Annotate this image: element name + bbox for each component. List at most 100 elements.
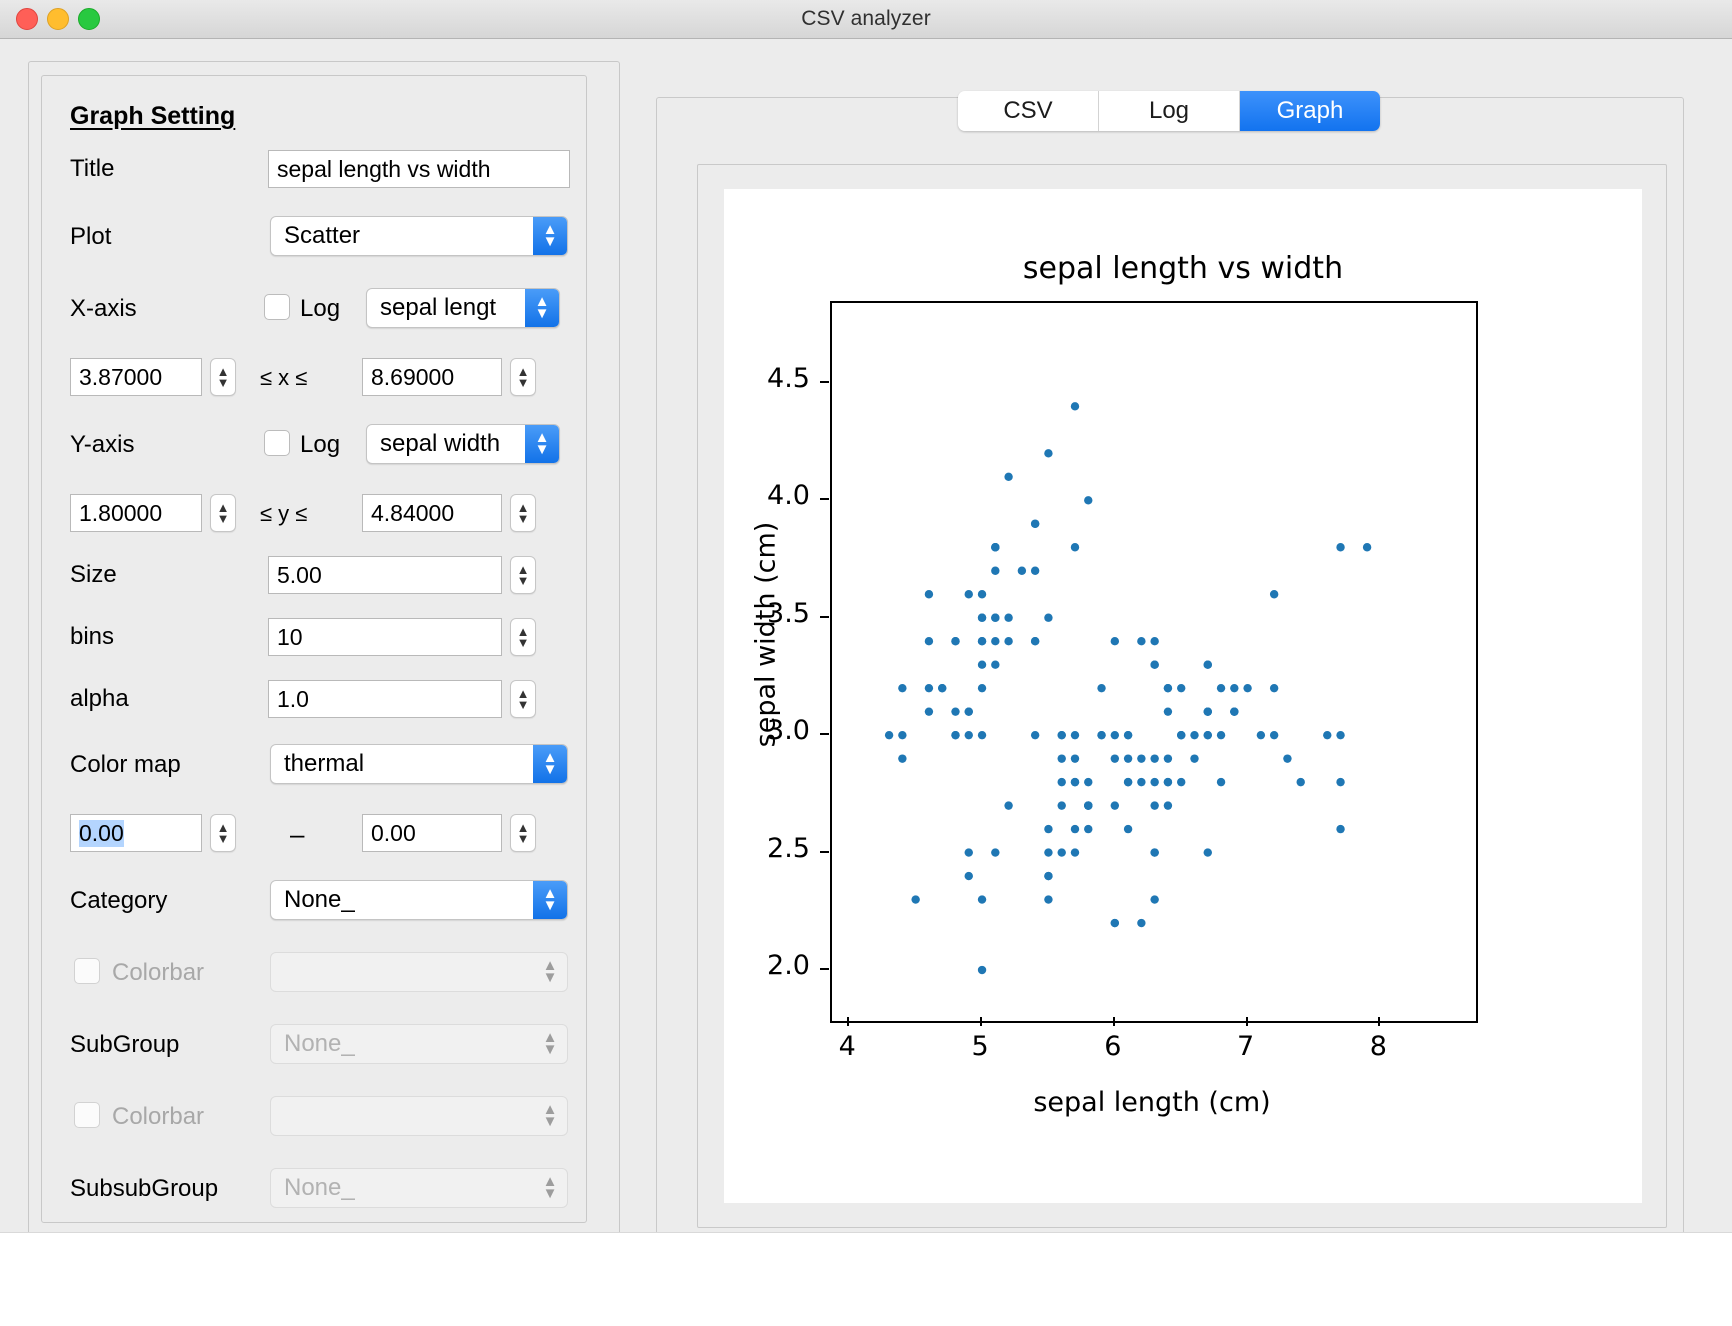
scatter-point bbox=[1110, 754, 1120, 763]
scatter-point bbox=[977, 895, 987, 904]
tab-csv[interactable]: CSV bbox=[958, 91, 1099, 131]
scatter-point bbox=[1084, 824, 1093, 834]
size-label: Size bbox=[70, 561, 117, 588]
scatter-point bbox=[898, 754, 907, 763]
scatter-point bbox=[964, 707, 973, 716]
colorbar-1-label: Colorbar bbox=[112, 959, 205, 986]
xmin-stepper[interactable]: ▲ ▼ bbox=[210, 358, 236, 396]
scatter-point bbox=[964, 590, 973, 599]
chevron-updown-icon: ▲ ▼ bbox=[542, 1029, 558, 1058]
xmax-input[interactable]: 8.69000 bbox=[362, 358, 502, 396]
scatter-point bbox=[1150, 895, 1159, 904]
scatter-point bbox=[1084, 496, 1093, 505]
scatter-point bbox=[964, 871, 973, 881]
scatter-point bbox=[1110, 730, 1120, 740]
xmin-input[interactable]: 3.87000 bbox=[70, 358, 202, 396]
ymin-stepper[interactable]: ▲ ▼ bbox=[210, 494, 236, 532]
scatter-point bbox=[1057, 777, 1066, 787]
scatter-point bbox=[1150, 777, 1159, 787]
scatter-point bbox=[1137, 777, 1146, 787]
yaxis-column-select[interactable]: sepal width ▲ ▼ bbox=[366, 424, 560, 464]
plot-canvas[interactable]: sepal length vs width 2.0 2.5 3.0 3.5 4.0 4.5… bbox=[724, 189, 1642, 1203]
main-content: Graph Setting Title sepal length vs widt… bbox=[0, 39, 1732, 1326]
cmap-min-input[interactable]: 0.00 bbox=[70, 814, 202, 852]
scatter-point bbox=[977, 683, 987, 693]
x-tick-mark bbox=[847, 1017, 850, 1026]
maximize-window-button[interactable] bbox=[78, 8, 100, 30]
cmap-range-operator: – bbox=[290, 819, 305, 849]
y-tick-mark bbox=[820, 850, 829, 853]
alpha-stepper[interactable]: ▲ ▼ bbox=[510, 680, 536, 718]
scatter-point bbox=[1044, 848, 1053, 857]
scatter-point bbox=[1269, 730, 1279, 740]
bins-stepper[interactable]: ▲ ▼ bbox=[510, 618, 536, 656]
ymax-input[interactable]: 4.84000 bbox=[362, 494, 502, 532]
alpha-input[interactable]: 1.0 bbox=[268, 680, 502, 718]
scatter-point bbox=[1110, 918, 1120, 928]
minimize-window-button[interactable] bbox=[47, 8, 69, 30]
scatter-point bbox=[1030, 566, 1040, 575]
bins-input[interactable]: 10 bbox=[268, 618, 502, 656]
xaxis-log-checkbox[interactable] bbox=[264, 294, 290, 320]
ymax-stepper[interactable]: ▲ ▼ bbox=[510, 494, 536, 532]
x-tick-mark bbox=[1245, 1017, 1248, 1026]
scatter-point bbox=[951, 730, 960, 740]
row-colormap: Color map thermal ▲ ▼ bbox=[42, 744, 586, 786]
scatter-point bbox=[911, 895, 920, 904]
window-titlebar: CSV analyzer bbox=[0, 0, 1732, 39]
title-input[interactable]: sepal length vs width bbox=[268, 150, 570, 188]
plot-type-select[interactable]: Scatter ▲ ▼ bbox=[270, 216, 568, 256]
tab-graph[interactable]: Graph bbox=[1240, 91, 1380, 131]
scatter-point bbox=[1044, 613, 1053, 622]
scatter-point bbox=[1070, 730, 1080, 740]
scatter-point bbox=[1163, 707, 1173, 716]
row-title: Title sepal length vs width bbox=[42, 148, 586, 190]
row-size: Size 5.00 ▲ ▼ bbox=[42, 554, 586, 596]
row-subgroup: SubGroup None_ ▲ ▼ bbox=[42, 1024, 586, 1066]
scatter-point bbox=[991, 566, 1000, 575]
scatter-point bbox=[1057, 754, 1066, 763]
scatter-point bbox=[1190, 754, 1199, 763]
scatter-point bbox=[1150, 848, 1159, 857]
ymin-input[interactable]: 1.80000 bbox=[70, 494, 202, 532]
subsubgroup-label: SubsubGroup bbox=[70, 1175, 219, 1202]
cmap-max-stepper[interactable]: ▲ ▼ bbox=[510, 814, 536, 852]
scatter-point bbox=[924, 590, 934, 599]
xmax-stepper[interactable]: ▲ ▼ bbox=[510, 358, 536, 396]
size-input[interactable]: 5.00 bbox=[268, 556, 502, 594]
row-yrange: 1.80000 ▲ ▼ ≤ y ≤ 4.84000 ▲ ▼ bbox=[42, 492, 586, 534]
yaxis-log-checkbox[interactable] bbox=[264, 430, 290, 456]
x-tick-label: 5 bbox=[971, 1031, 989, 1062]
xaxis-column-select[interactable]: sepal lengt ▲ ▼ bbox=[366, 288, 560, 328]
subgroup-value: None_ bbox=[284, 1030, 355, 1057]
scatter-point bbox=[977, 637, 987, 646]
cmap-max-input[interactable]: 0.00 bbox=[362, 814, 502, 852]
scatter-point bbox=[1044, 871, 1053, 881]
scatter-point bbox=[977, 965, 987, 975]
chart-title: sepal length vs width bbox=[1022, 251, 1344, 286]
close-window-button[interactable] bbox=[16, 8, 38, 30]
row-alpha: alpha 1.0 ▲ ▼ bbox=[42, 678, 586, 720]
scatter-point bbox=[977, 730, 987, 740]
category-select[interactable]: None_ ▲ ▼ bbox=[270, 880, 568, 920]
colormap-select[interactable]: thermal ▲ ▼ bbox=[270, 744, 568, 784]
y-axis-label: sepal width (cm) bbox=[750, 521, 782, 748]
scatter-point bbox=[1177, 683, 1186, 693]
scatter-point bbox=[1057, 730, 1066, 740]
scatter-point bbox=[1070, 402, 1080, 411]
size-stepper[interactable]: ▲ ▼ bbox=[510, 556, 536, 594]
scatter-point bbox=[991, 848, 1000, 857]
tab-log[interactable]: Log bbox=[1099, 91, 1240, 131]
cmap-min-stepper[interactable]: ▲ ▼ bbox=[210, 814, 236, 852]
x-tick-label: 4 bbox=[838, 1031, 856, 1062]
row-colorbar-2: Colorbar ▲ ▼ bbox=[42, 1096, 586, 1138]
scatter-point bbox=[1163, 801, 1173, 810]
colorbar-1-checkbox[interactable] bbox=[74, 958, 100, 984]
scatter-point bbox=[884, 730, 894, 740]
colorbar-2-checkbox[interactable] bbox=[74, 1102, 100, 1128]
scatter-point bbox=[938, 683, 947, 693]
matplotlib-figure: sepal length vs width 2.0 2.5 3.0 3.5 4.0 4.5… bbox=[724, 189, 1642, 1203]
y-tick-label: 2.0 bbox=[767, 950, 810, 982]
scatter-point bbox=[1216, 683, 1226, 693]
scatter-point bbox=[1163, 777, 1173, 787]
